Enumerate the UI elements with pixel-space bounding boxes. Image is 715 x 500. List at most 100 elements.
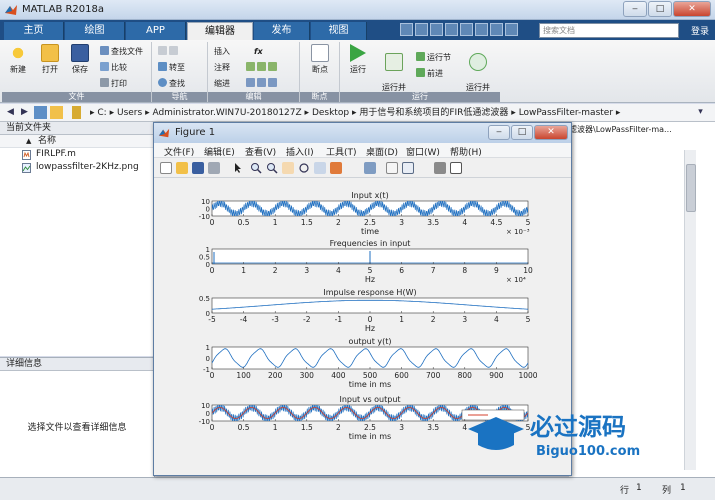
indent-button[interactable]: 缩进 [214,78,230,89]
quick-switch-icon[interactable] [490,23,503,36]
legend-icon[interactable] [402,162,414,174]
menu-tools[interactable]: 工具(T) [326,145,357,158]
figure-title-bar[interactable]: Figure 1 ‒ □ ✕ [154,123,571,143]
search-documentation-input[interactable]: 搜索文档 [539,23,679,38]
figure-minimize-button[interactable]: ‒ [488,125,510,140]
quick-copy-icon[interactable] [430,23,443,36]
breakpoint-icon [311,44,329,62]
indent-icons[interactable] [246,78,279,89]
breadcrumb[interactable]: ▸ C: ▸ Users ▸ Administrator.WIN7U-20180… [90,106,685,120]
goto-button[interactable]: 转至 [158,62,185,73]
quick-save-icon[interactable] [400,23,413,36]
open-file-icon[interactable] [176,162,188,174]
tab-publish[interactable]: 发布 [254,22,310,40]
breakpoints-button[interactable]: 断点 [308,44,332,75]
path-dropdown-icon[interactable]: ▾ [694,106,707,119]
tab-editor[interactable]: 编辑器 [187,22,253,40]
print-figure-icon[interactable] [208,162,220,174]
colorbar-icon[interactable] [386,162,398,174]
forward-arrow-icon[interactable]: ▶ [18,106,31,119]
fx-button[interactable]: fx [254,46,263,57]
x-tick-label: 6 [399,266,404,275]
breadcrumb-item[interactable]: C: [97,108,106,118]
zoom-out-icon[interactable] [266,162,278,174]
y-tick-label: 0 [206,310,210,318]
link-plot-icon[interactable] [364,162,376,174]
x-tick-label: 0 [210,218,215,227]
new-figure-icon[interactable] [160,162,172,174]
save-figure-icon[interactable] [192,162,204,174]
scroll-thumb[interactable] [686,164,696,212]
pan-hand-icon[interactable] [282,162,294,174]
breadcrumb-sep: ▸ [304,108,312,118]
browse-folder-icon[interactable] [50,106,63,119]
compare-button[interactable]: 比较 [100,62,127,73]
ribbon-tab-bar: 主页 绘图 APP 编辑器 发布 视图 搜索文档 登录 [0,20,715,40]
window-title-bar: MATLAB R2018a ‒ □ ✕ [0,0,715,20]
breadcrumb-item[interactable]: LowPassFilter-master [519,108,613,118]
figure-matlab-icon [158,128,170,138]
back-forward-button[interactable] [158,46,180,57]
figure-title: Figure 1 [175,127,216,138]
tab-view[interactable]: 视图 [311,22,367,40]
quick-cut-icon[interactable] [415,23,428,36]
quick-redo-icon[interactable] [475,23,488,36]
tab-home[interactable]: 主页 [4,22,64,40]
run-section-button[interactable]: 运行节 [416,52,451,63]
up-folder-icon[interactable] [34,106,47,119]
print-button[interactable]: 打印 [100,78,127,89]
minimize-button[interactable]: ‒ [623,1,647,17]
help-icon[interactable] [505,23,518,36]
x-tick-label: 3.5 [427,218,439,227]
rotate-3d-icon[interactable] [298,162,310,174]
vertical-scrollbar[interactable] [684,150,696,470]
tab-plots[interactable]: 绘图 [65,22,125,40]
data-cursor-icon[interactable] [314,162,326,174]
file-item-png[interactable]: lowpassfilter-2KHz.png [0,161,154,174]
y-tick-label: 0 [206,355,210,363]
pointer-arrow-icon[interactable] [232,162,244,174]
save-button[interactable]: 保存 [68,44,92,75]
window-title: MATLAB R2018a [22,4,105,15]
breadcrumb-item[interactable]: Administrator.WIN7U-20180127Z [152,108,301,118]
y-tick-label: 0 [206,410,210,418]
open-button[interactable]: 打开 [38,44,62,75]
comment-icons[interactable] [246,62,279,73]
figure-maximize-button[interactable]: □ [511,125,533,140]
close-button[interactable]: ✕ [673,1,711,17]
file-item-m[interactable]: FIRLPF.m [0,148,154,161]
find-button[interactable]: 查找 [158,78,185,89]
advance-button[interactable]: 前进 [416,68,443,79]
figure-close-button[interactable]: ✕ [534,125,568,140]
watermark-url: Biguo100.com [536,444,640,459]
breadcrumb-item[interactable]: Users [117,108,142,118]
quick-undo-icon[interactable] [460,23,473,36]
insert-button[interactable]: 插入 [214,46,230,57]
breadcrumb-item[interactable]: 用于信号和系统项目的FIR低通滤波器 [359,108,508,118]
login-button[interactable]: 登录 [691,24,709,37]
find-files-button[interactable]: 查找文件 [100,46,143,57]
brush-icon[interactable] [330,162,342,174]
menu-insert[interactable]: 插入(I) [286,145,314,158]
x-tick-label: 1.5 [301,218,313,227]
comment-button[interactable]: 注释 [214,62,230,73]
new-button[interactable]: 新建 [6,44,30,75]
menu-help[interactable]: 帮助(H) [450,145,482,158]
run-button[interactable]: 运行 [346,44,370,75]
menu-desktop[interactable]: 桌面(D) [366,145,398,158]
name-column-header[interactable]: ▲ 名称 [0,135,154,148]
menu-file[interactable]: 文件(F) [164,145,194,158]
x-tick-label: 1 [399,315,404,324]
menu-view[interactable]: 查看(V) [245,145,276,158]
zoom-in-icon[interactable] [250,162,262,174]
quick-paste-icon[interactable] [445,23,458,36]
save-disk-icon [71,44,89,62]
back-arrow-icon[interactable]: ◀ [4,106,17,119]
maximize-button[interactable]: □ [648,1,672,17]
show-plot-tools-icon[interactable] [450,162,462,174]
menu-edit[interactable]: 编辑(E) [204,145,235,158]
tab-apps[interactable]: APP [126,22,186,40]
menu-window[interactable]: 窗口(W) [406,145,440,158]
breadcrumb-item[interactable]: Desktop [312,108,349,118]
hide-plot-tools-icon[interactable] [434,162,446,174]
